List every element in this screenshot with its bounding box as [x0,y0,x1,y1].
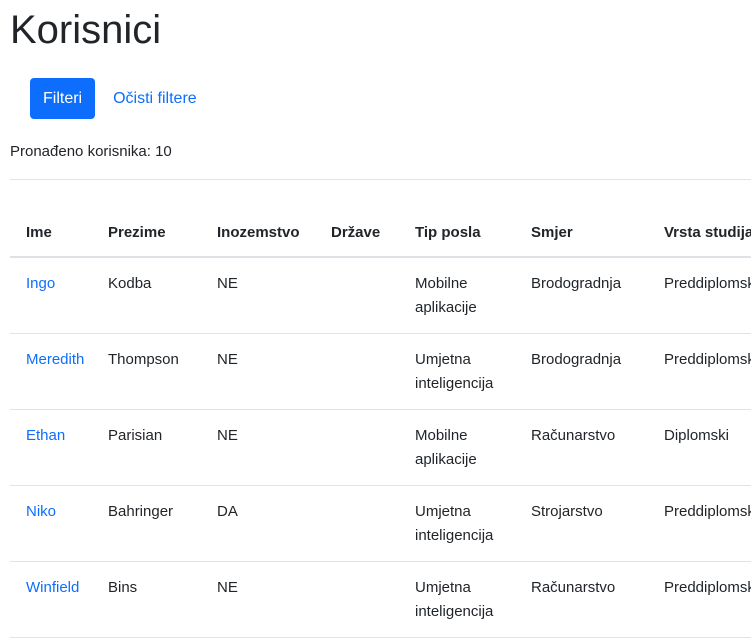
cell-prezime: Bins [92,561,201,638]
column-header-smjer: Smjer [515,208,648,258]
cell-ime: Meredith [10,333,92,410]
column-header-ime: Ime [10,208,92,258]
table-row: Winfield Bins NE Umjetna inteligencija R… [10,561,751,638]
cell-smjer: Brodogradnja [515,333,648,410]
cell-drzave [315,333,399,410]
cell-inozemstvo: DA [201,485,315,562]
cell-vrsta-studija: Preddiplomski [648,561,751,638]
cell-tip-posla: Mobilne aplikacije [399,409,515,486]
cell-prezime: Bahringer [92,485,201,562]
user-name-link[interactable]: Niko [26,503,56,520]
results-count: Pronađeno korisnika: 10 [10,143,172,160]
divider [10,179,751,180]
cell-tip-posla: Umjetna inteligencija [399,485,515,562]
cell-inozemstvo: NE [201,257,315,334]
table-row: Meredith Thompson NE Umjetna inteligenci… [10,333,751,410]
cell-ime: Ethan [10,409,92,486]
users-table: Ime Prezime Inozemstvo Države Tip posla … [10,208,751,638]
user-name-link[interactable]: Meredith [26,351,84,368]
cell-tip-posla: Umjetna inteligencija [399,561,515,638]
page-title: Korisnici [10,8,162,52]
user-name-link[interactable]: Ethan [26,427,65,444]
cell-vrsta-studija: Preddiplomski [648,333,751,410]
cell-prezime: Thompson [92,333,201,410]
cell-smjer: Strojarstvo [515,485,648,562]
filters-button[interactable]: Filteri [30,78,96,119]
table-row: Ethan Parisian NE Mobilne aplikacije Rač… [10,409,751,486]
cell-drzave [315,561,399,638]
cell-drzave [315,257,399,334]
cell-prezime: Parisian [92,409,201,486]
cell-smjer: Računarstvo [515,409,648,486]
cell-smjer: Računarstvo [515,561,648,638]
user-name-link[interactable]: Ingo [26,275,55,292]
cell-tip-posla: Umjetna inteligencija [399,333,515,410]
cell-drzave [315,409,399,486]
cell-vrsta-studija: Preddiplomski [648,257,751,334]
column-header-inozemstvo: Inozemstvo [201,208,315,258]
cell-drzave [315,485,399,562]
cell-ime: Winfield [10,561,92,638]
cell-vrsta-studija: Preddiplomski [648,485,751,562]
cell-ime: Ingo [10,257,92,334]
cell-tip-posla: Mobilne aplikacije [399,257,515,334]
column-header-drzave: Države [315,208,399,258]
column-header-tip-posla: Tip posla [399,208,515,258]
cell-smjer: Brodogradnja [515,257,648,334]
cell-inozemstvo: NE [201,409,315,486]
column-header-vrsta-studija: Vrsta studija [648,208,751,258]
user-name-link[interactable]: Winfield [26,579,79,596]
users-page: Korisnici Filteri Očisti filtere Pronađe… [0,0,751,640]
table-header-row: Ime Prezime Inozemstvo Države Tip posla … [10,208,751,258]
cell-prezime: Kodba [92,257,201,334]
cell-vrsta-studija: Diplomski [648,409,751,486]
filter-actions: Filteri Očisti filtere [30,78,197,119]
table-row: Niko Bahringer DA Umjetna inteligencija … [10,485,751,562]
cell-inozemstvo: NE [201,561,315,638]
cell-inozemstvo: NE [201,333,315,410]
users-table-container[interactable]: Ime Prezime Inozemstvo Države Tip posla … [10,208,751,640]
column-header-prezime: Prezime [92,208,201,258]
cell-ime: Niko [10,485,92,562]
clear-filters-link[interactable]: Očisti filtere [113,90,197,108]
table-row: Ingo Kodba NE Mobilne aplikacije Brodogr… [10,257,751,334]
